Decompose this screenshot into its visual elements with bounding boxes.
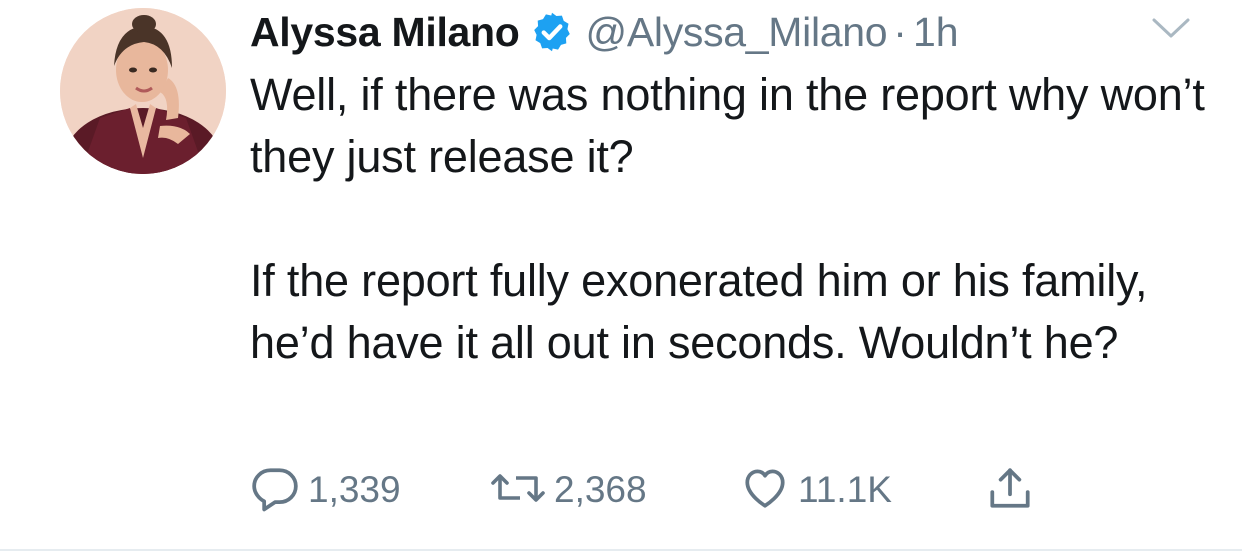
display-name[interactable]: Alyssa Milano: [250, 9, 520, 56]
handle[interactable]: @Alyssa_Milano: [586, 9, 888, 56]
tweet-text: Well, if there was nothing in the report…: [250, 64, 1230, 374]
verified-badge-icon: [530, 10, 574, 54]
profile-photo: [60, 8, 226, 174]
like-count: 11.1K: [798, 469, 892, 510]
reply-icon: [250, 463, 300, 518]
retweet-button[interactable]: 2,368: [490, 462, 647, 518]
share-icon: [985, 463, 1035, 518]
like-button[interactable]: 11.1K: [740, 462, 892, 518]
timestamp[interactable]: 1h: [913, 9, 959, 56]
retweet-icon: [490, 463, 546, 518]
avatar[interactable]: [60, 8, 226, 174]
tweet-header: Alyssa Milano @Alyssa_Milano · 1h: [250, 2, 959, 62]
reply-button[interactable]: 1,339: [250, 462, 401, 518]
tweet[interactable]: Alyssa Milano @Alyssa_Milano · 1h Well, …: [0, 0, 1242, 551]
retweet-count: 2,368: [554, 469, 647, 510]
chevron-down-icon[interactable]: [1150, 14, 1192, 42]
heart-icon: [740, 463, 790, 518]
share-button[interactable]: [985, 462, 1035, 518]
tweet-paragraph: If the report fully exonerated him or hi…: [250, 255, 1148, 368]
separator-dot: ·: [893, 8, 907, 55]
tweet-paragraph: Well, if there was nothing in the report…: [250, 69, 1205, 182]
reply-count: 1,339: [308, 469, 401, 510]
